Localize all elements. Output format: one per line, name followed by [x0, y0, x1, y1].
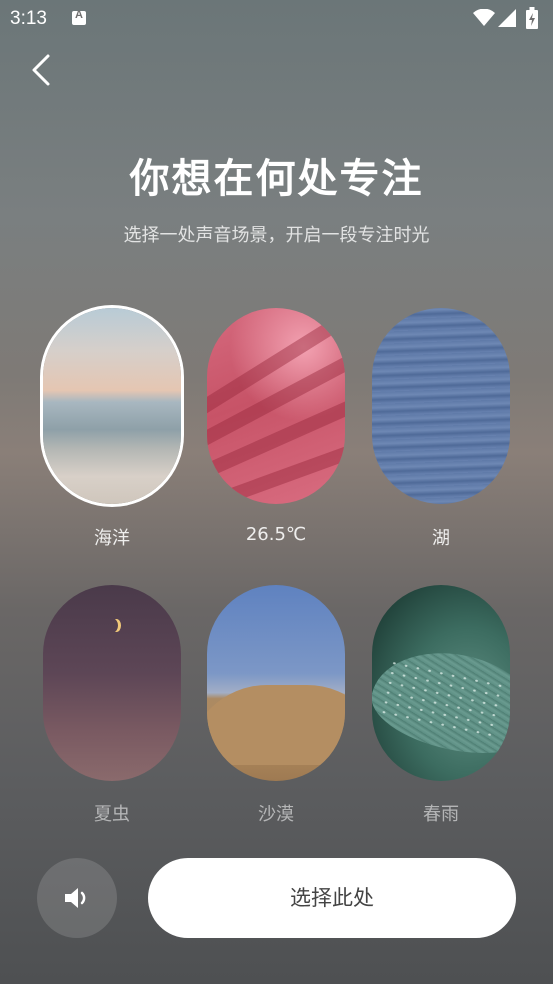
page-subtitle: 选择一处声音场景，开启一段专注时光	[123, 225, 430, 246]
status-bar: 3:13	[0, 0, 553, 36]
scene-label-lake: 湖	[432, 528, 450, 549]
speaker-icon	[65, 888, 86, 908]
scene-label-desert: 沙漠	[258, 804, 294, 825]
scene-card-desert[interactable]	[207, 585, 345, 781]
back-icon[interactable]	[24, 52, 60, 88]
scene-card-ocean[interactable]	[43, 308, 181, 504]
notification-icon	[72, 9, 86, 25]
sound-toggle-button[interactable]	[37, 858, 117, 938]
scene-label-26-5c: 26.5℃	[245, 524, 307, 545]
signal-icon	[498, 9, 516, 27]
scene-card-lake[interactable]	[372, 308, 510, 504]
battery-charging-icon	[526, 7, 538, 29]
moon-icon	[109, 619, 118, 632]
scene-label-ocean: 海洋	[94, 528, 130, 549]
scene-label-spring-rain: 春雨	[423, 804, 459, 825]
page-title: 你想在何处专注	[129, 156, 424, 202]
wifi-icon	[473, 9, 495, 26]
select-here-button[interactable]: 选择此处	[148, 858, 516, 938]
scene-card-26-5c[interactable]	[207, 308, 345, 504]
scene-label-summer-insects: 夏虫	[94, 804, 130, 825]
status-time: 3:13	[10, 8, 47, 29]
scene-card-spring-rain[interactable]	[372, 585, 510, 781]
scene-card-summer-insects[interactable]	[43, 585, 181, 781]
